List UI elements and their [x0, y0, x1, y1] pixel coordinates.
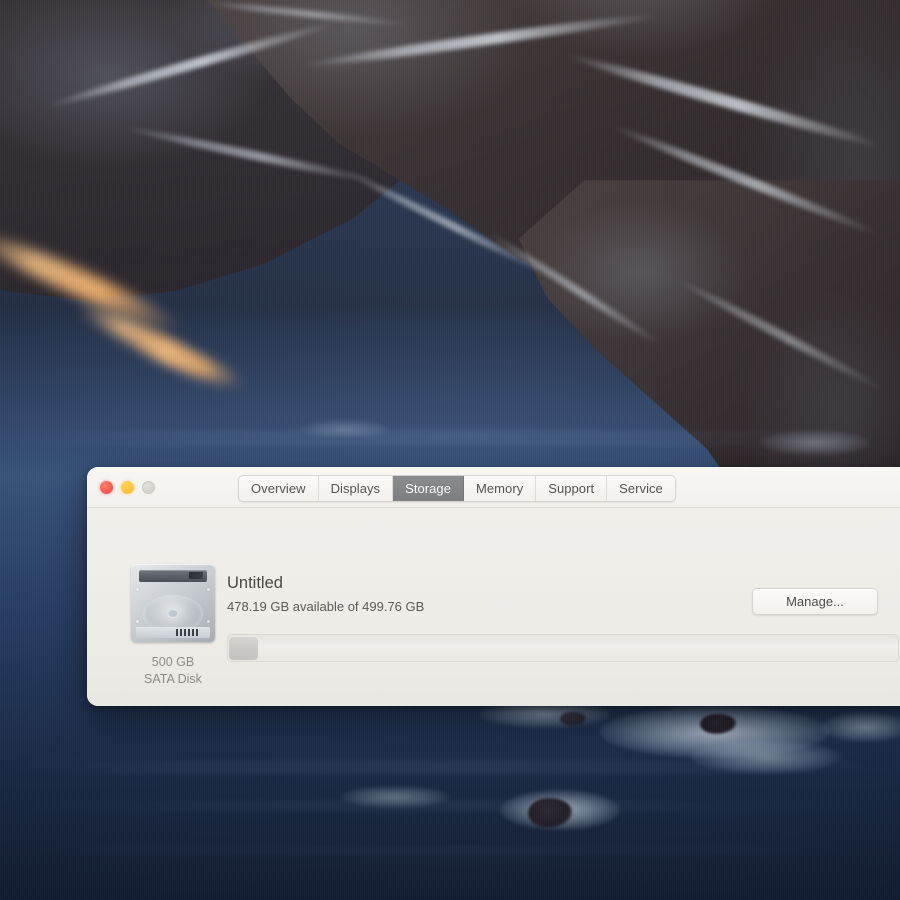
wallpaper-water-shimmer [0, 800, 900, 812]
zoom-button-icon[interactable] [142, 480, 155, 494]
storage-used-segment [229, 636, 258, 660]
connector-pin [176, 629, 178, 636]
wallpaper-foam-patch [760, 430, 870, 456]
manage-button[interactable]: Manage... [752, 588, 878, 615]
connector-pin [180, 629, 182, 636]
connector-pin [192, 629, 194, 636]
disk-screw [136, 588, 139, 591]
minimize-button-icon[interactable] [121, 480, 134, 494]
tab-service[interactable]: Service [607, 476, 675, 501]
storage-pane: 500 GB SATA Disk Untitled 478.19 GB avai… [87, 508, 900, 706]
about-this-mac-window[interactable]: Overview Displays Storage Memory Support… [87, 467, 900, 706]
disk-sata-connector [136, 627, 210, 638]
tab-displays[interactable]: Displays [319, 476, 394, 501]
wallpaper-foam-patch [820, 712, 900, 742]
connector-pin [196, 629, 198, 636]
disk-type-label: SATA Disk [144, 672, 202, 686]
disk-screw [207, 620, 210, 623]
desktop-screen: Overview Displays Storage Memory Support… [0, 0, 900, 900]
tab-overview[interactable]: Overview [239, 476, 319, 501]
tab-memory[interactable]: Memory [464, 476, 537, 501]
hard-disk-icon [131, 564, 215, 642]
connector-pin [188, 629, 190, 636]
window-tab-bar[interactable]: Overview Displays Storage Memory Support… [238, 475, 676, 502]
wallpaper-foam-patch [690, 740, 840, 774]
storage-usage-bar [227, 634, 899, 662]
connector-pin [184, 629, 186, 636]
tab-support[interactable]: Support [536, 476, 608, 501]
disk-screw [207, 588, 210, 591]
disk-label-strip [139, 570, 207, 582]
wallpaper-foam-patch [340, 786, 450, 808]
window-titlebar[interactable]: Overview Displays Storage Memory Support… [87, 467, 900, 508]
window-traffic-lights [100, 480, 155, 494]
disk-screw [136, 620, 139, 623]
tab-storage[interactable]: Storage [393, 476, 464, 501]
disk-spindle-hub [168, 610, 178, 617]
desktop-wallpaper [0, 0, 900, 900]
disk-summary-column: 500 GB SATA Disk [117, 564, 229, 688]
wallpaper-water-shimmer [0, 845, 900, 855]
close-button-icon[interactable] [100, 480, 113, 494]
wallpaper-foam-patch [300, 420, 390, 438]
disk-capacity-label: 500 GB [151, 655, 195, 669]
